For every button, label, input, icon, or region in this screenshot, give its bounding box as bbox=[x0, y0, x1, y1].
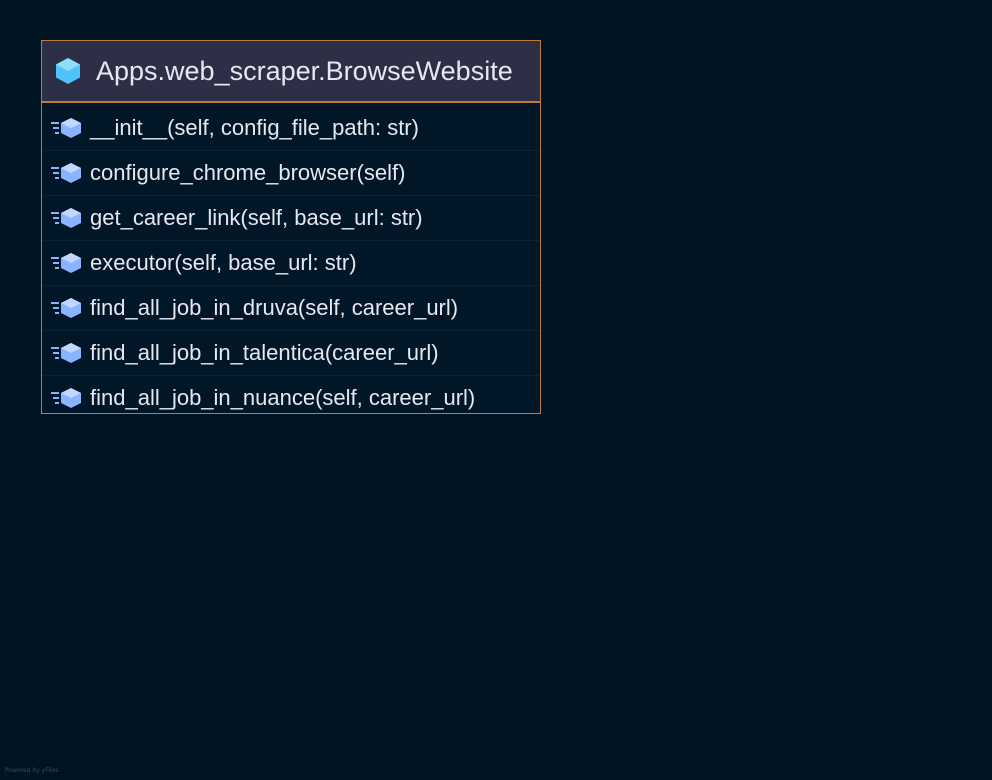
method-icon bbox=[51, 253, 81, 273]
method-icon bbox=[51, 298, 81, 318]
method-row[interactable]: find_all_job_in_nuance(self, career_url) bbox=[42, 376, 540, 413]
method-label: configure_chrome_browser(self) bbox=[90, 160, 406, 185]
method-label: find_all_job_in_talentica(career_url) bbox=[90, 340, 439, 365]
method-row[interactable]: executor(self, base_url: str) bbox=[42, 241, 540, 286]
method-row[interactable]: find_all_job_in_talentica(career_url) bbox=[42, 331, 540, 376]
method-row[interactable]: get_career_link(self, base_url: str) bbox=[42, 196, 540, 241]
method-icon bbox=[51, 208, 81, 228]
method-row[interactable]: configure_chrome_browser(self) bbox=[42, 151, 540, 196]
method-label: get_career_link(self, base_url: str) bbox=[90, 205, 423, 230]
method-label: find_all_job_in_druva(self, career_url) bbox=[90, 295, 459, 320]
method-icon bbox=[51, 118, 81, 138]
method-icon bbox=[51, 388, 81, 408]
method-icon bbox=[51, 163, 81, 183]
method-row[interactable]: __init__(self, config_file_path: str) bbox=[42, 106, 540, 151]
method-icon bbox=[51, 343, 81, 363]
class-node[interactable]: Apps.web_scraper.BrowseWebsite __init__(… bbox=[41, 40, 541, 414]
method-label: __init__(self, config_file_path: str) bbox=[90, 115, 419, 140]
method-label: executor(self, base_url: str) bbox=[90, 250, 357, 275]
method-row[interactable]: find_all_job_in_druva(self, career_url) bbox=[42, 286, 540, 331]
class-cube-icon bbox=[54, 57, 82, 85]
powered-by-label: Powered by yFiles bbox=[5, 767, 59, 774]
method-label: find_all_job_in_nuance(self, career_url) bbox=[90, 385, 476, 410]
class-header[interactable]: Apps.web_scraper.BrowseWebsite bbox=[42, 41, 540, 103]
class-title: Apps.web_scraper.BrowseWebsite bbox=[96, 55, 513, 86]
